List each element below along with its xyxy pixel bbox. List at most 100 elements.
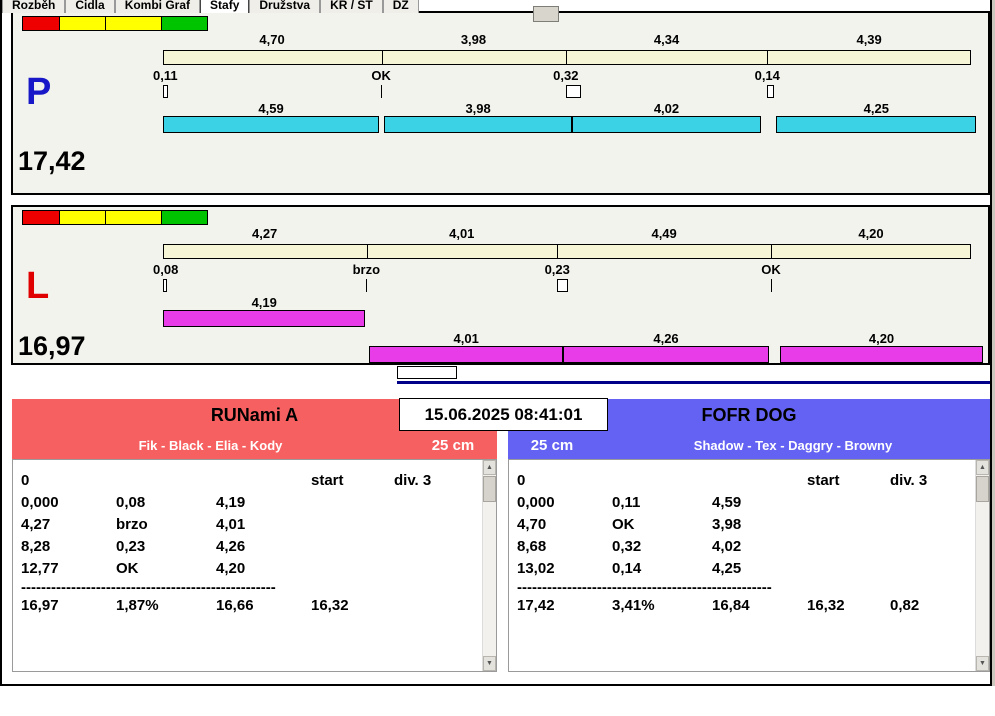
status-light	[106, 210, 162, 225]
table-scrollbar[interactable]: ▲ ▼	[975, 460, 989, 671]
scroll-down-icon[interactable]: ▼	[483, 656, 496, 671]
table-row: 16,97 1,87% 16,66 16,32	[21, 595, 476, 617]
team-panel-right: FOFR DOG 25 cm Shadow - Tex - Daggry - B…	[508, 399, 990, 672]
status-light	[106, 16, 162, 31]
table-cell	[216, 470, 311, 492]
status-light	[60, 16, 106, 31]
lane-chart: 4,70 3,98 4,34 4,39 0,11 OK 0,32 0,14 4,59 3,98 4…	[153, 13, 983, 193]
tab-stafy[interactable]: Štafy	[200, 0, 250, 13]
team-subheader: 25 cm Shadow - Tex - Daggry - Browny	[508, 431, 990, 459]
table-separator: ----------------------------------------…	[517, 580, 772, 595]
table-cell: OK	[116, 560, 139, 577]
table-cell: 4,59	[712, 494, 742, 511]
table-cell: div. 3	[890, 472, 928, 489]
tab-druzstva[interactable]: Družstva	[249, 0, 321, 13]
app-window: Rozběh Čidla Kombi Graf Štafy Družstva KR / S…	[0, 0, 995, 716]
scroll-thumb[interactable]	[483, 476, 496, 502]
table-cell: 8,28	[21, 538, 51, 555]
table-cell: 1,87%	[116, 597, 159, 614]
results-body: 0 start div. 3 0,000 0,11 4,59 4,70 OK 3,98 8,68 0…	[517, 470, 969, 617]
table-cell: 4,70	[517, 516, 547, 533]
tab-scroll-fragment[interactable]	[533, 6, 559, 22]
table-row: 0 start div. 3	[517, 470, 969, 492]
run-time-label: 4,02	[653, 101, 680, 116]
table-cell: 0,08	[116, 494, 146, 511]
table-cell	[712, 470, 807, 492]
tab-bar: Rozběh Čidla Kombi Graf Štafy Družstva KR / S…	[2, 0, 419, 13]
status-light	[60, 210, 106, 225]
lane-panel-l: L 4,27 4,01 4,49 4,20 0,08 brzo 0,23 OK 4,19 4,0…	[11, 205, 990, 365]
tab-dz[interactable]: DZ	[382, 0, 419, 13]
lane-letter: P	[26, 71, 52, 113]
table-cell: OK	[612, 516, 635, 533]
lane-letter: L	[26, 265, 50, 307]
run-time-label: 4,26	[653, 331, 679, 346]
table-row: 8,68 0,32 4,02	[517, 536, 969, 558]
status-light	[22, 210, 60, 225]
table-cell: 0,82	[890, 597, 920, 614]
team-dogs: Fik - Black - Elia - Kody	[138, 437, 283, 453]
table-cell: 4,19	[216, 494, 246, 511]
table-cell: brzo	[116, 516, 148, 533]
scroll-thumb[interactable]	[976, 476, 989, 502]
scroll-up-icon[interactable]: ▲	[483, 460, 496, 475]
table-cell	[116, 470, 216, 492]
table-cell	[612, 470, 712, 492]
jump-height: 25 cm	[431, 436, 475, 454]
table-row: 13,02 0,14 4,25	[517, 558, 969, 580]
lane-total-time: 17,42	[18, 146, 86, 177]
scroll-up-icon[interactable]: ▲	[976, 460, 989, 475]
table-row: 4,27 brzo 4,01	[21, 514, 476, 536]
table-cell: 13,02	[517, 560, 555, 577]
table-cell: 0,32	[612, 538, 642, 555]
lane-panel-p: P 4,70 3,98 4,34 4,39 0,11 OK 0,32 0,14 4,59 3,9…	[11, 11, 990, 195]
table-cell: 3,41%	[612, 597, 655, 614]
table-cell: 16,66	[216, 597, 254, 614]
results-body: 0 start div. 3 0,000 0,08 4,19 4,27 brzo 4,01 8,2…	[21, 470, 476, 617]
run-time-bar	[369, 346, 564, 363]
table-cell: 8,68	[517, 538, 547, 555]
run-time-bar	[384, 116, 572, 133]
table-row: 0 start div. 3	[21, 470, 476, 492]
tab-rozbeh[interactable]: Rozběh	[2, 0, 66, 13]
team-subheader: Fik - Black - Elia - Kody 25 cm	[12, 431, 497, 459]
lane-total-time: 16,97	[18, 331, 86, 362]
tab-cidla[interactable]: Čidla	[65, 0, 115, 13]
table-row: 0,000 0,11 4,59	[517, 492, 969, 514]
table-cell: 16,97	[21, 597, 59, 614]
table-cell: 17,42	[517, 597, 555, 614]
results-table-right: 0 start div. 3 0,000 0,11 4,59 4,70 OK 3,98 8,68 0…	[508, 459, 990, 672]
datetime-display: 15.06.2025 08:41:01	[399, 398, 608, 431]
progress-line	[397, 381, 990, 384]
lane-chart: 4,27 4,01 4,49 4,20 0,08 brzo 0,23 OK 4,19 4,01 4…	[153, 207, 983, 363]
run-time-bar	[571, 116, 762, 133]
table-scrollbar[interactable]: ▲ ▼	[482, 460, 496, 671]
team-dogs: Shadow - Tex - Daggry - Browny	[693, 437, 893, 453]
table-cell: 0,23	[116, 538, 146, 555]
table-cell: 3,98	[712, 516, 742, 533]
run-time-bar	[780, 346, 983, 363]
table-cell: 4,01	[216, 516, 246, 533]
table-cell: start	[311, 472, 344, 489]
table-row: 4,70 OK 3,98	[517, 514, 969, 536]
table-cell: 0,11	[612, 494, 641, 511]
tab-kr-st[interactable]: KR / ST	[320, 0, 383, 13]
run-time-bar	[163, 310, 366, 327]
scroll-down-icon[interactable]: ▼	[976, 656, 989, 671]
table-cell: 4,02	[712, 538, 742, 555]
table-cell: 0,000	[21, 494, 59, 511]
run-time-bar	[776, 116, 977, 133]
tab-kombi-graf[interactable]: Kombi Graf	[114, 0, 201, 13]
runs-layer: 4,19 4,01 4,26 4,20	[163, 207, 983, 363]
table-row: 17,42 3,41% 16,84 16,32 0,82	[517, 595, 969, 617]
run-time-bar	[563, 346, 769, 363]
table-row: 8,28 0,23 4,26	[21, 536, 476, 558]
table-cell: 0,000	[517, 494, 555, 511]
table-row: 0,000 0,08 4,19	[21, 492, 476, 514]
table-separator: ----------------------------------------…	[21, 580, 276, 595]
run-time-label: 4,19	[251, 295, 277, 310]
table-cell: 0,14	[612, 560, 642, 577]
table-cell: 16,32	[807, 597, 845, 614]
jump-height: 25 cm	[530, 436, 574, 454]
status-light	[22, 16, 60, 31]
